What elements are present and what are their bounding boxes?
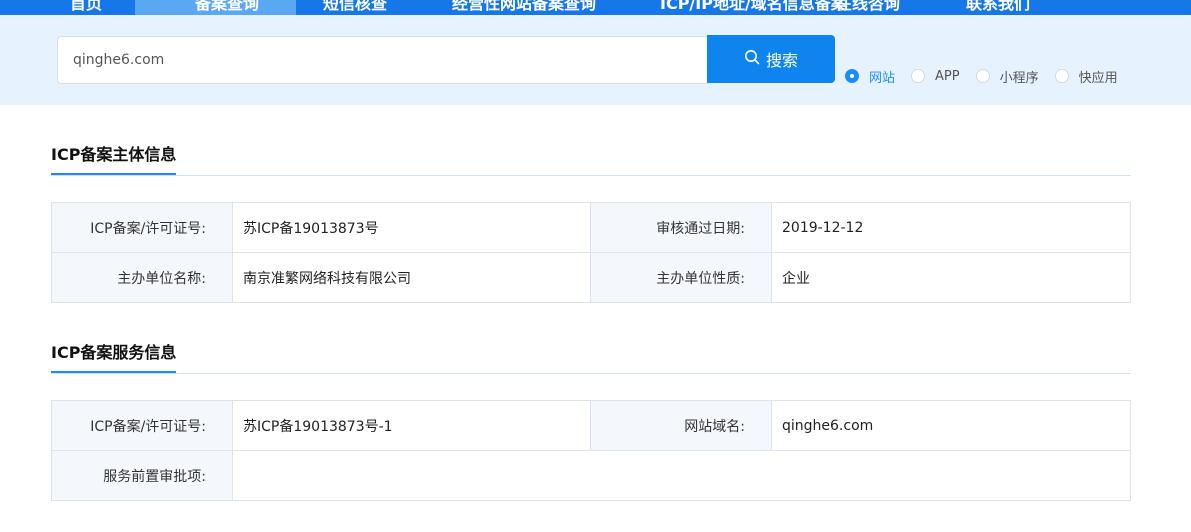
nav-item-business-site[interactable]: 经营性网站备案查询 bbox=[452, 0, 596, 15]
nav-item-ip-record[interactable]: ICP/IP地址/域名信息备案 bbox=[660, 0, 847, 15]
top-navigation: 首页 备案查询 短信核查 经营性网站备案查询 ICP/IP地址/域名信息备案 在… bbox=[0, 0, 1191, 15]
approve-date-label: 审核通过日期: bbox=[590, 202, 772, 253]
license-value: 苏ICP备19013873号 bbox=[232, 202, 591, 253]
service-license-label: ICP备案/许可证号: bbox=[51, 400, 233, 451]
entity-info-table: ICP备案/许可证号: 苏ICP备19013873号 审核通过日期: 2019-… bbox=[51, 202, 1131, 303]
radio-website[interactable]: 网站 bbox=[845, 67, 895, 86]
domain-label: 网站域名: bbox=[590, 400, 772, 451]
search-band: qinghe6.com 搜索 网站 APP 小程序 快应用 bbox=[0, 15, 1191, 105]
org-type-value: 企业 bbox=[771, 252, 1131, 303]
section-divider bbox=[51, 373, 1131, 374]
service-license-value: 苏ICP备19013873号-1 bbox=[232, 400, 591, 451]
entity-section-title: ICP备案主体信息 bbox=[51, 141, 177, 175]
radio-dot bbox=[975, 69, 990, 83]
license-label: ICP备案/许可证号: bbox=[51, 202, 233, 253]
preapproval-value bbox=[232, 450, 1131, 501]
service-section-title: ICP备案服务信息 bbox=[51, 339, 177, 373]
radio-label: 小程序 bbox=[999, 70, 1039, 86]
service-info-table: ICP备案/许可证号: 苏ICP备19013873号-1 网站域名: qingh… bbox=[51, 400, 1131, 501]
org-name-value: 南京准繁网络科技有限公司 bbox=[232, 252, 591, 303]
nav-item-consult[interactable]: 在线咨询 bbox=[836, 0, 900, 15]
org-type-label: 主办单位性质: bbox=[590, 252, 772, 303]
domain-value: qinghe6.com bbox=[771, 400, 1131, 451]
search-type-radio-group: 网站 APP 小程序 快应用 bbox=[845, 66, 1134, 86]
search-button[interactable]: 搜索 bbox=[707, 35, 835, 83]
radio-label: 快应用 bbox=[1078, 70, 1118, 86]
radio-label: APP bbox=[935, 68, 960, 84]
nav-item-home[interactable]: 首页 bbox=[70, 0, 102, 15]
preapproval-label: 服务前置审批项: bbox=[51, 450, 233, 501]
search-input[interactable]: qinghe6.com bbox=[57, 36, 709, 84]
radio-mini-program[interactable]: 小程序 bbox=[975, 67, 1039, 86]
section-divider bbox=[51, 175, 1131, 176]
nav-item-contact[interactable]: 联系我们 bbox=[966, 0, 1030, 15]
radio-app[interactable]: APP bbox=[911, 69, 960, 84]
table-row: 主办单位名称: 南京准繁网络科技有限公司 主办单位性质: 企业 bbox=[51, 252, 1131, 303]
search-button-label: 搜索 bbox=[765, 51, 798, 70]
org-name-label: 主办单位名称: bbox=[51, 252, 233, 303]
table-row: ICP备案/许可证号: 苏ICP备19013873号 审核通过日期: 2019-… bbox=[51, 202, 1131, 253]
nav-item-record-query[interactable]: 备案查询 bbox=[195, 0, 259, 15]
table-row: 服务前置审批项: bbox=[51, 450, 1131, 501]
radio-dot bbox=[845, 69, 859, 83]
radio-dot bbox=[911, 69, 926, 83]
radio-label: 网站 bbox=[869, 70, 896, 86]
table-row: ICP备案/许可证号: 苏ICP备19013873号-1 网站域名: qingh… bbox=[51, 400, 1131, 451]
search-icon bbox=[744, 49, 760, 69]
approve-date-value: 2019-12-12 bbox=[771, 202, 1131, 253]
radio-dot bbox=[1054, 69, 1069, 83]
nav-item-sms-check[interactable]: 短信核查 bbox=[323, 0, 387, 15]
radio-quick-app[interactable]: 快应用 bbox=[1054, 67, 1118, 86]
